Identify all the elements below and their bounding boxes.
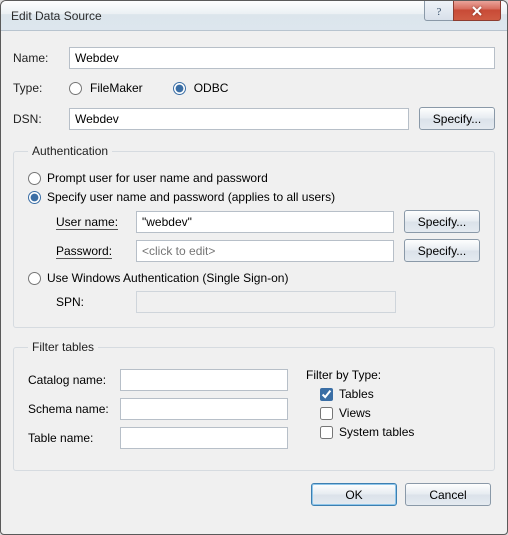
auth-fieldset: Authentication Prompt user for user name… — [13, 144, 495, 328]
name-label: Name: — [13, 51, 69, 65]
systables-option[interactable]: System tables — [320, 425, 414, 439]
spn-input — [136, 291, 396, 313]
name-row: Name: — [13, 47, 495, 69]
catalog-label: Catalog name: — [28, 373, 120, 387]
ok-button[interactable]: OK — [311, 483, 397, 506]
catalog-input[interactable] — [120, 369, 288, 391]
user-input[interactable] — [136, 211, 394, 233]
filter-legend: Filter tables — [28, 340, 98, 354]
auth-specify-label: Specify user name and password (applies … — [47, 190, 335, 204]
tables-label: Tables — [339, 387, 374, 401]
user-row: User name: Specify... — [56, 210, 480, 233]
views-checkbox[interactable] — [320, 407, 333, 420]
client-area: Name: Type: FileMaker ODBC DSN: Specify.… — [1, 31, 507, 534]
spn-label: SPN: — [56, 295, 136, 309]
type-odbc-radio[interactable] — [173, 82, 186, 95]
auth-winauth-option[interactable]: Use Windows Authentication (Single Sign-… — [28, 271, 480, 285]
pass-input[interactable] — [136, 240, 394, 262]
dsn-input[interactable] — [69, 108, 409, 130]
type-filemaker-label: FileMaker — [90, 81, 143, 95]
dsn-row: DSN: Specify... — [13, 107, 495, 130]
help-button[interactable]: ? — [424, 1, 454, 21]
auth-specify-radio[interactable] — [28, 191, 41, 204]
user-label: User name: — [56, 215, 136, 229]
pass-row: Password: Specify... — [56, 239, 480, 262]
user-specify-button[interactable]: Specify... — [404, 210, 480, 233]
type-odbc-label: ODBC — [194, 81, 229, 95]
type-odbc-option[interactable]: ODBC — [173, 81, 229, 95]
systables-label: System tables — [339, 425, 414, 439]
type-label: Type: — [13, 81, 69, 95]
tables-option[interactable]: Tables — [320, 387, 414, 401]
auth-winauth-radio[interactable] — [28, 272, 41, 285]
tables-checkbox[interactable] — [320, 388, 333, 401]
auth-prompt-label: Prompt user for user name and password — [47, 171, 268, 185]
filter-bytype-label: Filter by Type: — [306, 368, 414, 382]
titlebar: Edit Data Source ? — [1, 1, 507, 31]
cancel-button[interactable]: Cancel — [405, 483, 491, 506]
systables-checkbox[interactable] — [320, 426, 333, 439]
close-icon — [471, 6, 483, 16]
filter-names: Catalog name: Schema name: Table name: — [28, 362, 288, 456]
schema-input[interactable] — [120, 398, 288, 420]
type-filemaker-option[interactable]: FileMaker — [69, 81, 143, 95]
help-icon: ? — [434, 5, 444, 17]
spn-row: SPN: — [56, 291, 480, 313]
pass-specify-button[interactable]: Specify... — [404, 239, 480, 262]
table-input[interactable] — [120, 427, 288, 449]
filter-types: Filter by Type: Tables Views System tabl… — [306, 362, 414, 456]
filter-fieldset: Filter tables Catalog name: Schema name:… — [13, 340, 495, 471]
close-button[interactable] — [453, 1, 501, 21]
dsn-label: DSN: — [13, 112, 69, 126]
views-label: Views — [339, 406, 371, 420]
views-option[interactable]: Views — [320, 406, 414, 420]
table-label: Table name: — [28, 431, 120, 445]
schema-label: Schema name: — [28, 402, 120, 416]
auth-specify-option[interactable]: Specify user name and password (applies … — [28, 190, 480, 204]
dialog-window: Edit Data Source ? Name: Type: FileMaker… — [0, 0, 508, 535]
name-input[interactable] — [69, 47, 495, 69]
type-filemaker-radio[interactable] — [69, 82, 82, 95]
auth-prompt-radio[interactable] — [28, 172, 41, 185]
auth-legend: Authentication — [28, 144, 112, 158]
auth-winauth-label: Use Windows Authentication (Single Sign-… — [47, 271, 288, 285]
footer: OK Cancel — [13, 475, 495, 508]
window-title: Edit Data Source — [11, 8, 424, 23]
svg-text:?: ? — [437, 6, 442, 17]
type-row: Type: FileMaker ODBC — [13, 81, 495, 95]
dsn-specify-button[interactable]: Specify... — [419, 107, 495, 130]
pass-label: Password: — [56, 244, 136, 258]
auth-prompt-option[interactable]: Prompt user for user name and password — [28, 171, 480, 185]
window-buttons: ? — [424, 1, 507, 30]
